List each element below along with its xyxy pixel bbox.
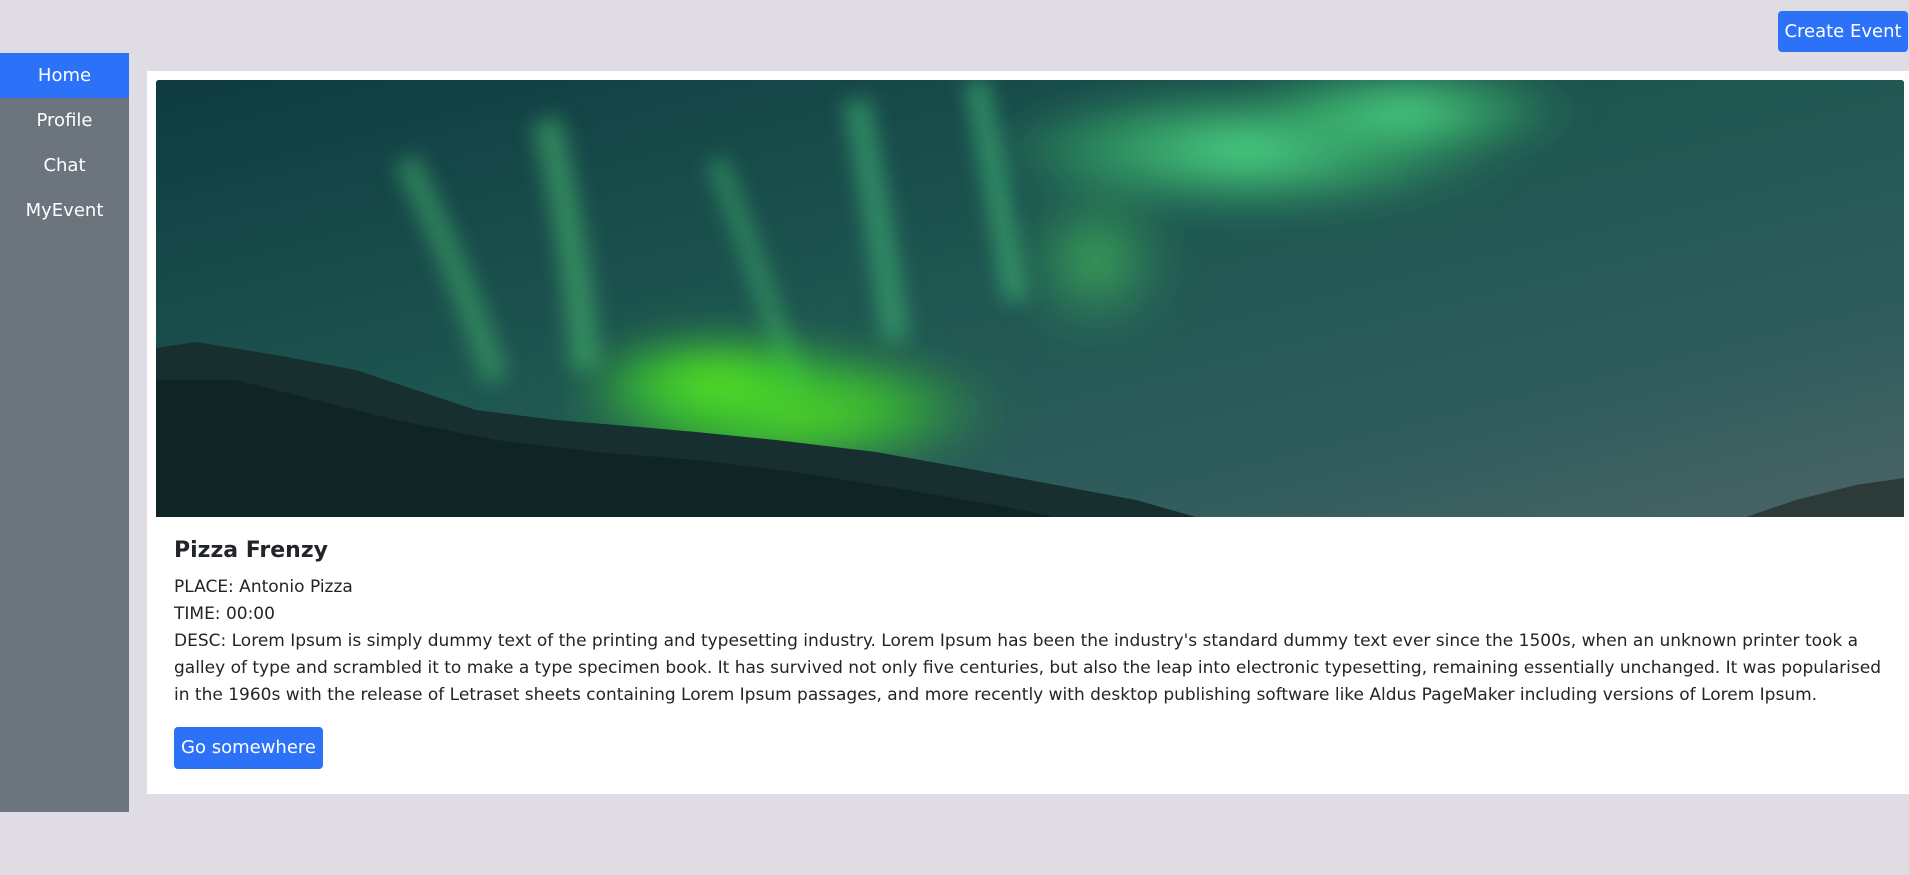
sidebar: Home Profile Chat MyEvent xyxy=(0,53,129,812)
event-card: Pizza Frenzy PLACE: Antonio Pizza TIME: … xyxy=(147,71,1909,794)
create-event-button[interactable]: Create Event xyxy=(1778,11,1908,52)
sidebar-item-home[interactable]: Home xyxy=(0,53,129,98)
sidebar-item-myevent[interactable]: MyEvent xyxy=(0,188,129,233)
sidebar-item-profile[interactable]: Profile xyxy=(0,98,129,143)
event-title: Pizza Frenzy xyxy=(174,538,328,563)
sidebar-item-chat[interactable]: Chat xyxy=(0,143,129,188)
event-description: DESC: Lorem Ipsum is simply dummy text o… xyxy=(174,631,1881,705)
aurora-landscape-image xyxy=(156,80,1904,517)
event-place: PLACE: Antonio Pizza xyxy=(174,577,353,597)
event-time: TIME: 00:00 xyxy=(174,604,275,624)
go-somewhere-button[interactable]: Go somewhere xyxy=(174,727,323,769)
